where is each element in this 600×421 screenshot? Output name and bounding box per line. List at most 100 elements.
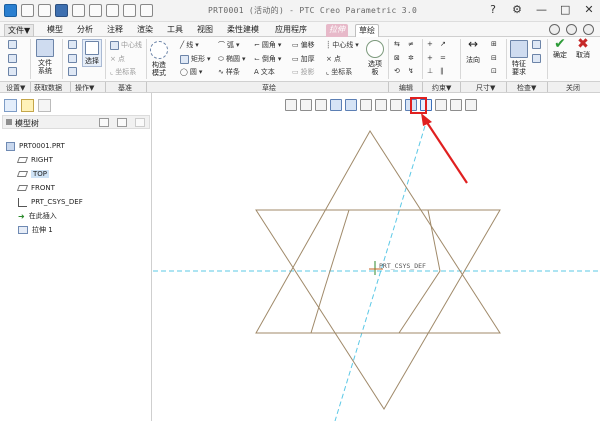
open-file-icon[interactable] bbox=[38, 4, 51, 17]
tree-item-extrude[interactable]: 拉伸 1 bbox=[6, 223, 83, 237]
datum-plane-icon bbox=[16, 157, 29, 163]
folder-browser-tab-icon[interactable] bbox=[21, 99, 34, 112]
datum-point-button[interactable]: × 点 bbox=[110, 54, 125, 64]
select-button[interactable]: 选择 bbox=[82, 39, 102, 67]
tree-columns-icon[interactable] bbox=[135, 118, 145, 127]
corner-button[interactable]: ↯ bbox=[408, 67, 414, 75]
reference-button[interactable] bbox=[8, 67, 17, 76]
undo-icon[interactable] bbox=[72, 4, 85, 17]
graphics-area[interactable]: PRT_CSYS_DEF bbox=[153, 93, 600, 421]
tangent-constraint-button[interactable]: ↗ bbox=[440, 40, 446, 48]
help-circle-icon[interactable] bbox=[566, 24, 577, 35]
mirror-icon: ⊠ bbox=[394, 54, 400, 62]
tab-view[interactable]: 视图 bbox=[194, 24, 216, 37]
tree-settings-icon[interactable] bbox=[99, 118, 109, 127]
datum-centerline-button[interactable]: 中心线 bbox=[110, 40, 142, 50]
divide-button[interactable]: ✲ bbox=[408, 54, 414, 62]
equal-constraint-button[interactable]: = bbox=[440, 54, 446, 62]
sketch-setup-button[interactable] bbox=[8, 40, 17, 49]
tree-item-insert-here[interactable]: ➜ 在此插入 bbox=[6, 209, 83, 223]
perimeter-button[interactable]: ⊞ bbox=[491, 40, 497, 48]
ok-button[interactable]: ✔ 确定 bbox=[553, 37, 567, 59]
close-window-icon[interactable] bbox=[140, 4, 153, 17]
chamfer-button[interactable]: ⌙ 倒角 ▾ bbox=[254, 54, 281, 64]
tree-item-part[interactable]: PRT0001.PRT bbox=[6, 139, 83, 153]
group-constrain[interactable]: 约束▼ bbox=[432, 83, 451, 93]
tab-file[interactable]: 文件▼ bbox=[4, 24, 35, 37]
horizontal-constraint-button[interactable]: + bbox=[427, 54, 433, 62]
rectangle-button[interactable]: 矩形 ▾ bbox=[180, 54, 211, 64]
app-menu-icon[interactable] bbox=[4, 4, 17, 17]
sketch-view-button[interactable] bbox=[8, 54, 17, 63]
close-button[interactable]: ✕ bbox=[584, 3, 594, 16]
thicken-icon: ▭ bbox=[292, 55, 299, 63]
ellipse-button[interactable]: ⬭ 椭圆 ▾ bbox=[218, 54, 246, 64]
group-inspect[interactable]: 检查▼ bbox=[517, 83, 536, 93]
tree-filter-icon[interactable] bbox=[117, 118, 127, 127]
text-button[interactable]: A 文本 bbox=[254, 67, 275, 77]
redo-icon[interactable] bbox=[89, 4, 102, 17]
regenerate-icon[interactable] bbox=[106, 4, 119, 17]
feature-requirements-button[interactable]: 特征 要求 bbox=[510, 40, 528, 76]
datum-coordsys-button[interactable]: ⌞ 坐标系 bbox=[110, 67, 136, 77]
palette-button[interactable]: 选项 板 bbox=[366, 40, 384, 76]
settings-icon[interactable]: ⚙ bbox=[512, 3, 522, 16]
tree-item-front[interactable]: FRONT bbox=[6, 181, 83, 195]
vertical-constraint-button[interactable]: + bbox=[427, 40, 433, 48]
delete-segment-button[interactable]: ≠ bbox=[408, 40, 414, 48]
parallel-constraint-button[interactable]: ∥ bbox=[440, 67, 444, 75]
reference-dimension-button[interactable]: ⊡ bbox=[491, 67, 497, 75]
tree-item-csys[interactable]: PRT_CSYS_DEF bbox=[6, 195, 83, 209]
perpendicular-constraint-button[interactable]: ⊥ bbox=[427, 67, 433, 75]
tab-tools[interactable]: 工具 bbox=[164, 24, 186, 37]
project-button[interactable]: ▭ 投影 bbox=[292, 67, 315, 77]
tree-item-top[interactable]: TOP bbox=[6, 167, 83, 181]
group-settings[interactable]: 设置▼ bbox=[6, 83, 25, 93]
tab-annotate[interactable]: 注释 bbox=[104, 24, 126, 37]
line-button[interactable]: ╱ 线 ▾ bbox=[180, 40, 199, 50]
tab-applications[interactable]: 应用程序 bbox=[272, 24, 310, 37]
fillet-button[interactable]: ⌐ 圆角 ▾ bbox=[254, 40, 281, 50]
help-icon[interactable]: ? bbox=[488, 3, 498, 16]
shade-closed-loops-button[interactable] bbox=[532, 54, 541, 63]
tree-item-right[interactable]: RIGHT bbox=[6, 153, 83, 167]
cancel-button[interactable]: ✖ 取消 bbox=[576, 37, 590, 59]
save-icon[interactable] bbox=[55, 4, 68, 17]
construction-mode-button[interactable]: 构造 模式 bbox=[150, 41, 168, 77]
overlap-check-button[interactable] bbox=[532, 40, 541, 49]
group-operations[interactable]: 操作▼ bbox=[75, 83, 94, 93]
favorites-tab-icon[interactable] bbox=[38, 99, 51, 112]
arc-button[interactable]: ⌒ 弧 ▾ bbox=[218, 40, 240, 50]
group-dimension[interactable]: 尺寸▼ bbox=[476, 83, 495, 93]
delete-button[interactable] bbox=[68, 67, 77, 76]
modify-button[interactable]: ⇆ bbox=[394, 40, 400, 48]
windows-icon[interactable] bbox=[123, 4, 136, 17]
offset-button[interactable]: ▭ 偏移 bbox=[292, 40, 315, 50]
tab-sketch[interactable]: 草绘 bbox=[355, 24, 379, 37]
maximize-button[interactable]: □ bbox=[560, 3, 570, 16]
copy-button[interactable] bbox=[68, 54, 77, 63]
centerline-button[interactable]: ┊ 中心线 ▾ bbox=[326, 40, 359, 50]
mirror-button[interactable]: ⊠ bbox=[394, 54, 400, 62]
point-button[interactable]: × 点 bbox=[326, 54, 341, 64]
new-file-icon[interactable] bbox=[21, 4, 34, 17]
cut-button[interactable] bbox=[68, 40, 77, 49]
circle-button[interactable]: ◯ 圆 ▾ bbox=[180, 67, 202, 77]
ribbon-group-labels: 设置▼ 获取数据 操作▼ 基准 草绘 编辑 约束▼ 尺寸▼ 检查▼ 关闭 bbox=[0, 81, 600, 93]
spline-button[interactable]: ∿ 样条 bbox=[218, 67, 240, 77]
tab-model[interactable]: 模型 bbox=[44, 24, 66, 37]
model-tree-tab-icon[interactable] bbox=[4, 99, 17, 112]
normal-dimension-button[interactable]: ↔ 法向 bbox=[466, 38, 480, 64]
thicken-button[interactable]: ▭ 加厚 bbox=[292, 54, 315, 64]
tab-analysis[interactable]: 分析 bbox=[74, 24, 96, 37]
tab-flexible-modeling[interactable]: 柔性建模 bbox=[224, 24, 262, 37]
search-icon[interactable] bbox=[583, 24, 594, 35]
file-system-button[interactable]: 文件 系统 bbox=[36, 39, 54, 75]
minimize-ribbon-icon[interactable] bbox=[549, 24, 560, 35]
minimize-button[interactable]: — bbox=[536, 3, 547, 16]
coordsys-button[interactable]: ⌞ 坐标系 bbox=[326, 67, 352, 77]
tab-render[interactable]: 渲染 bbox=[134, 24, 156, 37]
rotate-resize-button[interactable]: ⟲ bbox=[394, 67, 400, 75]
tab-extrude[interactable]: 拉伸 bbox=[326, 24, 348, 37]
baseline-button[interactable]: ⊟ bbox=[491, 54, 497, 62]
